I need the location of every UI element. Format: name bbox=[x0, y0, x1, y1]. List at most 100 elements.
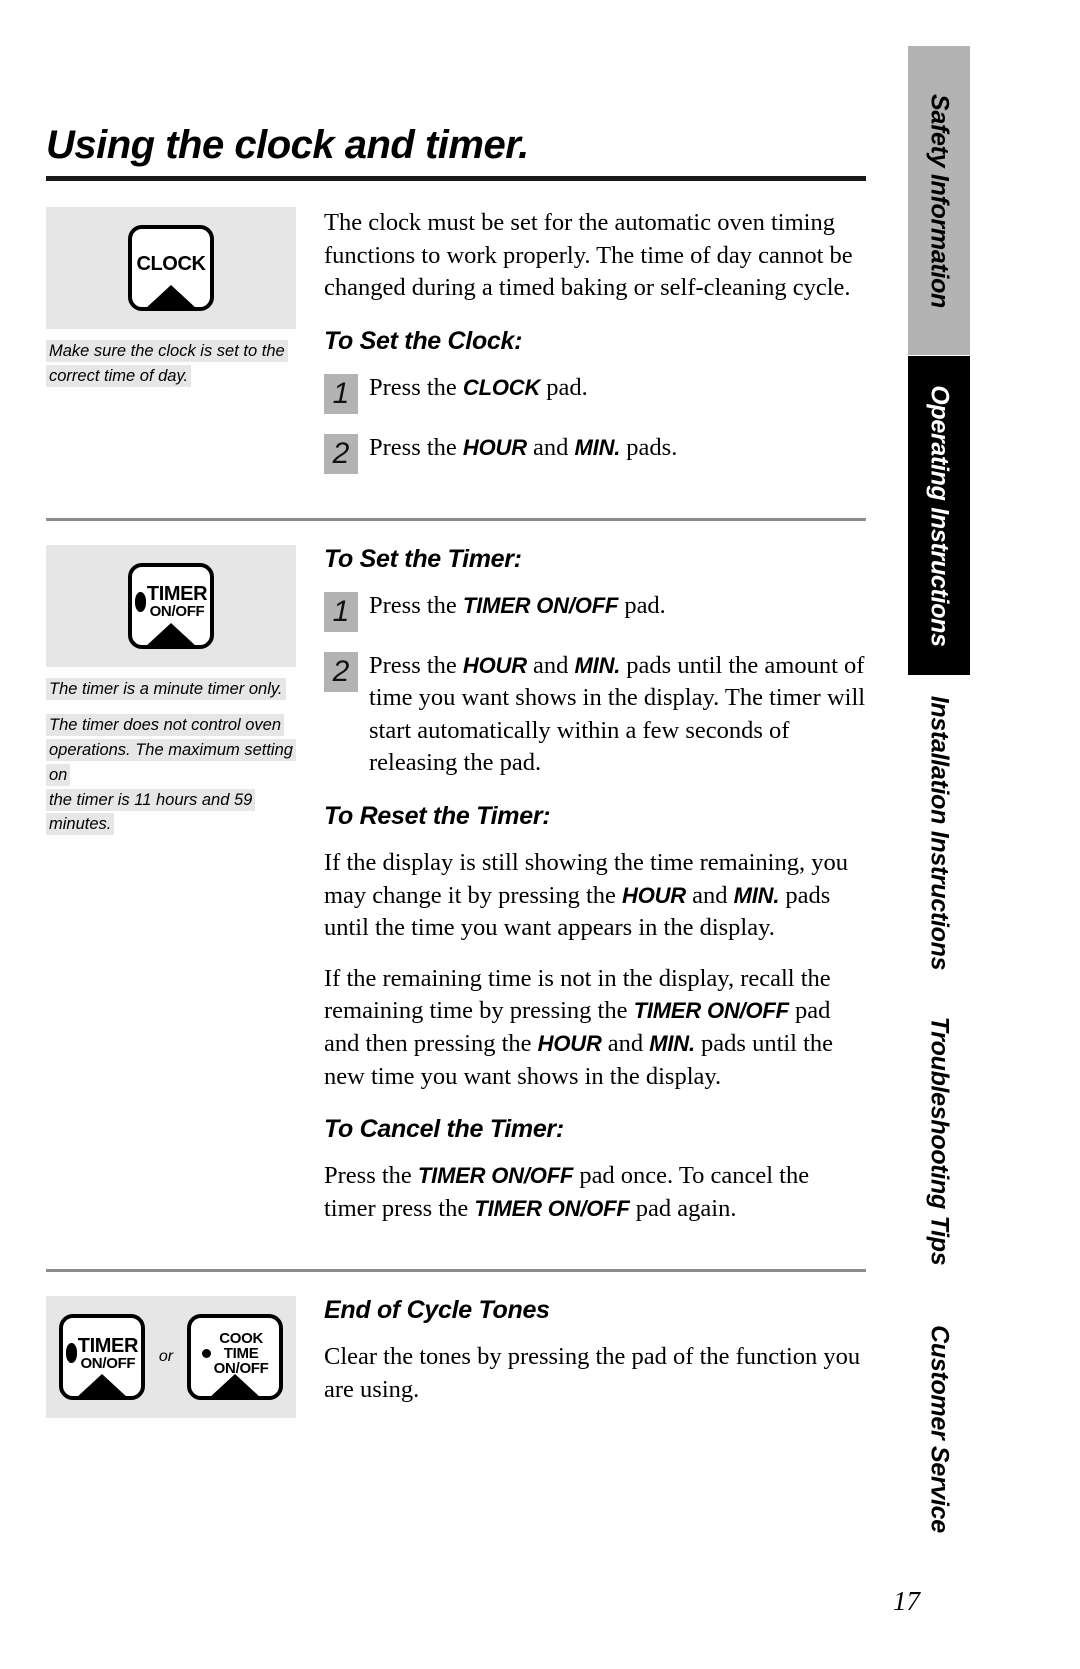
clock-gutter: CLOCK Make sure the clock is set to the … bbox=[46, 207, 296, 389]
tones-main-column: End of Cycle Tones Clear the tones by pr… bbox=[324, 1296, 866, 1424]
step-text-pre: Press the bbox=[369, 433, 463, 461]
page-content: Using the clock and timer. CLOCK Make su… bbox=[46, 46, 866, 1424]
pad-name-timer-on-off: TIMER ON/OFF bbox=[633, 998, 789, 1024]
step-text: Press the CLOCK pad. bbox=[369, 372, 866, 405]
pad-name-hour: HOUR bbox=[462, 434, 527, 460]
pad-notch-triangle-icon bbox=[75, 1374, 128, 1397]
step-text-pre: Press the bbox=[369, 373, 463, 401]
step-text-post: pads. bbox=[620, 433, 678, 461]
pad-notch-triangle-icon bbox=[145, 622, 197, 645]
pad-name-clock: CLOCK bbox=[462, 374, 541, 400]
timer-pad-label-line2: ON/OFF bbox=[80, 1354, 136, 1372]
pad-name-timer-on-off: TIMER ON/OFF bbox=[417, 1163, 574, 1189]
heading-to-set-the-timer: To Set the Timer: bbox=[324, 544, 522, 573]
timer-caption: The timer is a minute timer only. The ti… bbox=[46, 677, 296, 838]
heading-to-cancel-the-timer: To Cancel the Timer: bbox=[324, 1115, 564, 1144]
heading-to-reset-the-timer: To Reset the Timer: bbox=[324, 802, 551, 831]
timer-gutter: TIMER ON/OFF The timer is a minute timer… bbox=[46, 544, 296, 838]
pad-name-hour: HOUR bbox=[462, 652, 527, 678]
title-rule bbox=[46, 176, 866, 181]
timer-pad-text: TIMER ON/OFF bbox=[65, 1334, 139, 1372]
timer-step-1: 1 Press the TIMER ON/OFF pad. bbox=[324, 590, 866, 632]
step-text-mid: and bbox=[526, 651, 575, 679]
side-tab-label: Troubleshooting Tips bbox=[925, 1016, 954, 1266]
page-number: 17 bbox=[893, 1586, 920, 1616]
section-divider-1 bbox=[46, 517, 866, 521]
step-number: 2 bbox=[324, 433, 358, 474]
clock-caption: Make sure the clock is set to the correc… bbox=[46, 339, 296, 389]
clock-block: CLOCK Make sure the clock is set to the … bbox=[46, 207, 866, 492]
timer-pad-text: TIMER ON/OFF bbox=[134, 583, 208, 619]
step-text: Press the TIMER ON/OFF pad. bbox=[369, 590, 866, 623]
side-tab-strip: Safety Information Operating Instruction… bbox=[908, 46, 970, 1566]
clock-step-1: 1 Press the CLOCK pad. bbox=[324, 372, 866, 414]
step-number: 2 bbox=[324, 651, 358, 692]
tones-block: TIMER ON/OFF or COOK TIME ON/OFF End of … bbox=[46, 1296, 866, 1424]
side-tab-troubleshooting-tips[interactable]: Troubleshooting Tips bbox=[908, 991, 970, 1292]
step-text-pre: Press the bbox=[369, 651, 463, 679]
indicator-dot-icon bbox=[134, 591, 146, 612]
cancel-paragraph: Press the TIMER ON/OFF pad once. To canc… bbox=[324, 1160, 866, 1225]
cook-time-pad-label-line1: COOK bbox=[219, 1329, 264, 1347]
tones-pad-panel: TIMER ON/OFF or COOK TIME ON/OFF bbox=[46, 1296, 296, 1419]
pad-name-min: MIN. bbox=[574, 434, 621, 460]
pad-name-hour: HOUR bbox=[622, 882, 686, 908]
timer-pad-label-line1: TIMER bbox=[77, 1334, 139, 1357]
clock-step-2: 2 Press the HOUR and MIN. pads. bbox=[324, 432, 866, 474]
tones-gutter: TIMER ON/OFF or COOK TIME ON/OFF bbox=[46, 1296, 296, 1419]
step-text-pre: Press the bbox=[369, 591, 463, 619]
clock-main-column: The clock must be set for the automatic … bbox=[324, 207, 866, 492]
clock-pad-panel: CLOCK bbox=[46, 207, 296, 329]
timer-block: TIMER ON/OFF The timer is a minute timer… bbox=[46, 544, 866, 1244]
step-text: Press the HOUR and MIN. pads. bbox=[369, 432, 866, 465]
side-tab-label: Customer Service bbox=[925, 1324, 954, 1533]
pad-name-min: MIN. bbox=[574, 652, 621, 678]
cancel-e: pad again. bbox=[629, 1194, 737, 1222]
pad-name-timer-on-off: TIMER ON/OFF bbox=[474, 1195, 630, 1221]
indicator-dot-icon bbox=[65, 1343, 77, 1364]
timer-caption-p2-line2: operations. The maximum setting on bbox=[49, 741, 293, 784]
page-title: Using the clock and timer. bbox=[46, 123, 529, 167]
clock-caption-line2: correct time of day. bbox=[49, 366, 189, 385]
side-tab-installation-instructions[interactable]: Installation Instructions bbox=[908, 676, 970, 992]
timer-caption-p2-line1: The timer does not control oven bbox=[49, 716, 282, 735]
heading-end-of-cycle-tones: End of Cycle Tones bbox=[324, 1296, 550, 1325]
pad-name-timer-on-off: TIMER ON/OFF bbox=[462, 592, 619, 618]
pad-name-hour: HOUR bbox=[537, 1030, 602, 1056]
step-text-post: pad. bbox=[618, 591, 666, 619]
cook-time-pad-label-line3: ON/OFF bbox=[213, 1359, 269, 1377]
cook-time-pad-graphic: COOK TIME ON/OFF bbox=[187, 1314, 284, 1401]
indicator-dot-icon bbox=[201, 1348, 211, 1358]
step-number: 1 bbox=[324, 591, 358, 632]
step-text-mid: and bbox=[526, 433, 575, 461]
step-number: 1 bbox=[324, 373, 358, 414]
tones-body-text: Clear the tones by pressing the pad of t… bbox=[324, 1343, 861, 1403]
clock-pad-graphic: CLOCK bbox=[128, 225, 214, 311]
cook-time-pad-label-line2: TIME bbox=[223, 1344, 259, 1362]
timer-step-2: 2 Press the HOUR and MIN. pads until the… bbox=[324, 650, 866, 780]
side-tab-label: Installation Instructions bbox=[925, 696, 954, 971]
pad-notch-triangle-icon bbox=[145, 285, 197, 307]
cancel-a: Press the bbox=[324, 1162, 418, 1190]
timer-pad-panel: TIMER ON/OFF bbox=[46, 544, 296, 667]
timer-caption-p1: The timer is a minute timer only. bbox=[49, 679, 283, 698]
pad-name-min: MIN. bbox=[649, 1030, 695, 1056]
reset-p1-c: and bbox=[686, 881, 734, 909]
timer-pad-label-line1: TIMER bbox=[146, 583, 208, 606]
cook-time-pad-text: COOK TIME ON/OFF bbox=[201, 1329, 269, 1377]
reset-paragraph-1: If the display is still showing the time… bbox=[324, 847, 866, 945]
side-tab-operating-instructions[interactable]: Operating Instructions bbox=[908, 356, 970, 677]
clock-pad-label: CLOCK bbox=[136, 253, 206, 275]
timer-pad-graphic: TIMER ON/OFF bbox=[128, 562, 214, 649]
side-tab-label: Safety Information bbox=[925, 93, 954, 308]
timer-caption-p2-line3: the timer is 11 hours and 59 minutes. bbox=[49, 790, 253, 834]
manual-page: Safety Information Operating Instruction… bbox=[0, 0, 1080, 1669]
reset-paragraph-2: If the remaining time is not in the disp… bbox=[324, 963, 866, 1093]
side-tab-label: Operating Instructions bbox=[925, 385, 954, 647]
step-text: Press the HOUR and MIN. pads until the a… bbox=[369, 650, 866, 780]
side-tab-customer-service[interactable]: Customer Service bbox=[908, 1291, 970, 1566]
timer-main-column: To Set the Timer: 1 Press the TIMER ON/O… bbox=[324, 545, 866, 1244]
side-tab-safety-information[interactable]: Safety Information bbox=[908, 46, 970, 357]
or-separator-label: or bbox=[158, 1348, 174, 1366]
section-divider-2 bbox=[46, 1269, 866, 1273]
